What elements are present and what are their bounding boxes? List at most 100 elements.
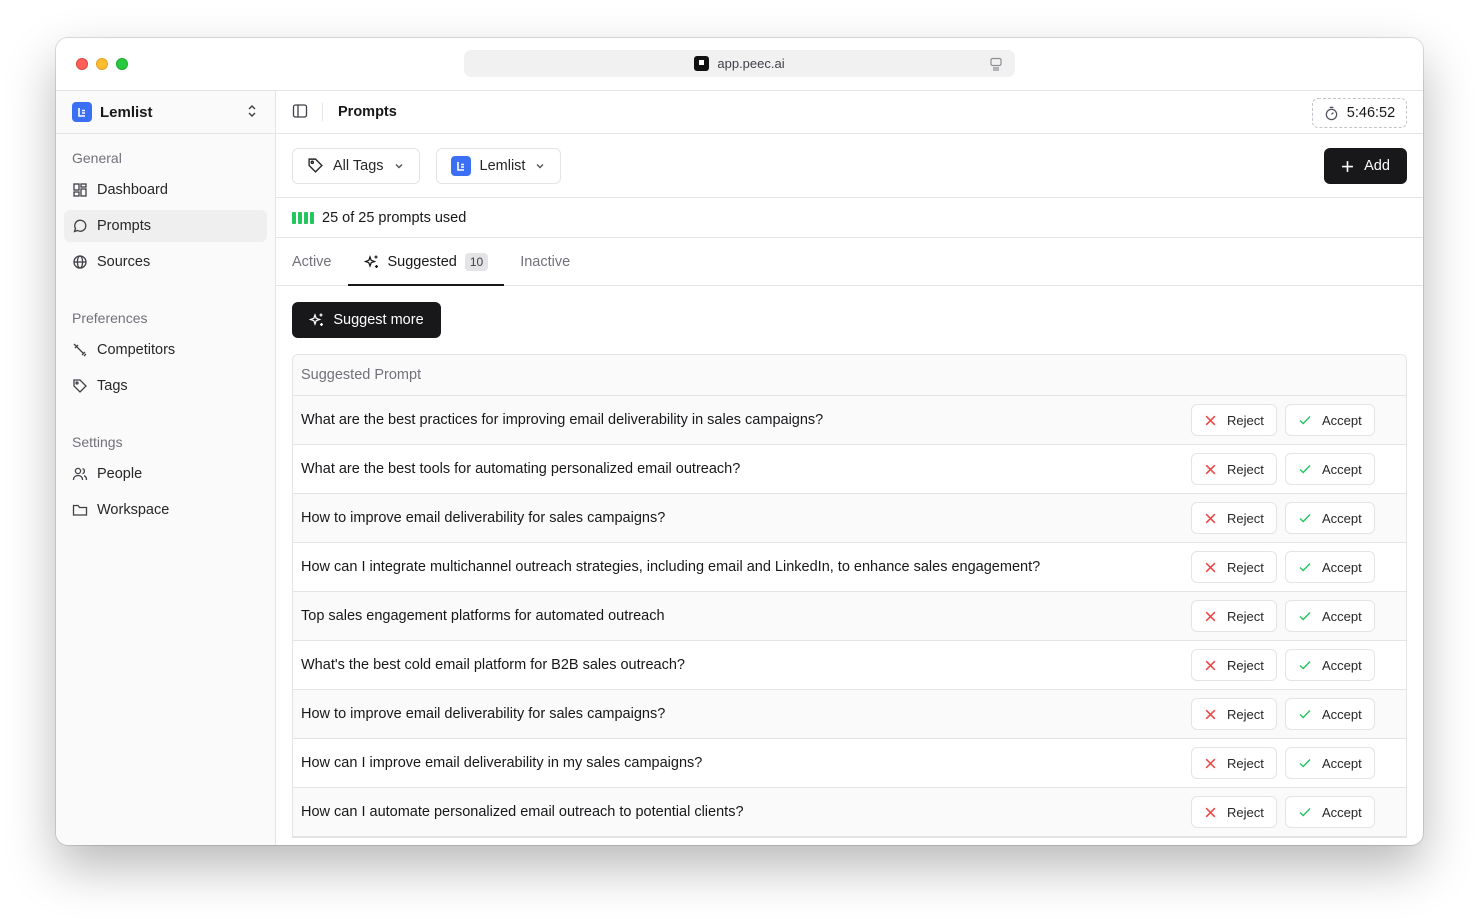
row-actions: Reject Accept — [1191, 453, 1375, 485]
accept-button[interactable]: Accept — [1285, 698, 1375, 730]
nav-section-settings: Settings People Workspace — [56, 406, 275, 526]
usage-bars-icon — [292, 211, 314, 224]
row-actions: Reject Accept — [1191, 502, 1375, 534]
message-circle-icon — [73, 219, 87, 233]
accept-button[interactable]: Accept — [1285, 600, 1375, 632]
reject-button[interactable]: Reject — [1191, 796, 1277, 828]
browser-window: app.peec.ai Lemlist General Dashboard Pr… — [56, 38, 1423, 845]
table-row: What are the best tools for automating p… — [293, 445, 1406, 494]
sparkles-icon — [363, 254, 378, 268]
reject-button[interactable]: Reject — [1191, 404, 1277, 436]
check-icon — [1299, 563, 1311, 572]
minimize-window-button[interactable] — [96, 58, 108, 70]
sidebar-item-label: Tags — [97, 378, 128, 394]
row-actions: Reject Accept — [1191, 551, 1375, 583]
prompt-text: How can I integrate multichannel outreac… — [301, 559, 1041, 575]
reject-button[interactable]: Reject — [1191, 698, 1277, 730]
prompt-text: What are the best practices for improvin… — [301, 412, 824, 428]
row-actions: Reject Accept — [1191, 747, 1375, 779]
table-row: Top sales engagement platforms for autom… — [293, 592, 1406, 641]
prompt-text: What's the best cold email platform for … — [301, 657, 685, 673]
table-row: What's the best cold email platform for … — [293, 641, 1406, 690]
tab-label: Active — [292, 253, 332, 270]
accept-button[interactable]: Accept — [1285, 796, 1375, 828]
folder-icon — [72, 504, 88, 516]
usage-text: 25 of 25 prompts used — [322, 209, 467, 226]
reject-button[interactable]: Reject — [1191, 502, 1277, 534]
x-icon — [1205, 464, 1216, 474]
reject-label: Reject — [1227, 559, 1264, 575]
sidebar-item-dashboard[interactable]: Dashboard — [64, 174, 267, 206]
table-header: Suggested Prompt — [293, 355, 1406, 396]
reject-label: Reject — [1227, 804, 1264, 820]
sidebar-item-sources[interactable]: Sources — [64, 246, 267, 278]
reject-button[interactable]: Reject — [1191, 453, 1277, 485]
nav-section-preferences: Preferences Competitors Tags — [56, 282, 275, 402]
check-icon — [1299, 514, 1311, 523]
tags-filter-dropdown[interactable]: All Tags — [292, 147, 420, 184]
suggested-prompts-table: Suggested Prompt What are the best pract… — [292, 354, 1407, 838]
sidebar-item-label: Prompts — [97, 218, 151, 234]
suggest-more-button[interactable]: Suggest more — [292, 302, 441, 338]
reject-button[interactable]: Reject — [1191, 747, 1277, 779]
nav-heading: Settings — [72, 434, 123, 450]
stopwatch-icon — [1325, 106, 1338, 120]
nav-section-general: General Dashboard Prompts Sources — [56, 134, 275, 278]
accept-button[interactable]: Accept — [1285, 404, 1375, 436]
site-favicon-icon — [694, 56, 710, 71]
tab-active[interactable]: Active — [292, 238, 348, 285]
sidebar-item-prompts[interactable]: Prompts — [64, 210, 267, 242]
maximize-window-button[interactable] — [116, 58, 128, 70]
sidebar-item-label: Dashboard — [97, 182, 168, 198]
suggested-count-badge: 10 — [464, 252, 489, 271]
check-icon — [1299, 612, 1311, 621]
add-button-label: Add — [1364, 158, 1390, 174]
page-title: Prompts — [338, 104, 397, 120]
sidebar: Lemlist General Dashboard Prompts Source… — [56, 91, 276, 845]
accept-button[interactable]: Accept — [1285, 649, 1375, 681]
close-window-button[interactable] — [76, 58, 88, 70]
tag-icon — [73, 379, 87, 393]
table-row: How can I integrate multichannel outreac… — [293, 543, 1406, 592]
dashboard-icon — [73, 183, 87, 197]
sidebar-item-tags[interactable]: Tags — [64, 370, 267, 402]
suggest-more-label: Suggest more — [333, 312, 424, 328]
workspace-name: Lemlist — [100, 103, 153, 121]
reject-button[interactable]: Reject — [1191, 551, 1277, 583]
accept-label: Accept — [1322, 412, 1362, 428]
prompt-text: How can I improve email deliverability i… — [301, 755, 703, 771]
prompt-tabs: Active Suggested 10 Inactive — [276, 238, 1423, 286]
chevron-down-icon — [536, 163, 544, 168]
add-prompt-button[interactable]: Add — [1324, 148, 1407, 184]
toggle-sidebar-icon[interactable] — [292, 103, 308, 122]
check-icon — [1299, 465, 1311, 474]
accept-label: Accept — [1322, 804, 1362, 820]
accept-label: Accept — [1322, 608, 1362, 624]
sidebar-item-workspace[interactable]: Workspace — [64, 494, 267, 526]
main-content: Prompts 5:46:52 All Tags Lemlist Add 25 … — [276, 91, 1423, 845]
accept-button[interactable]: Accept — [1285, 747, 1375, 779]
workspace-switcher[interactable]: Lemlist — [56, 91, 275, 134]
accept-button[interactable]: Accept — [1285, 453, 1375, 485]
reject-button[interactable]: Reject — [1191, 600, 1277, 632]
reader-mode-icon[interactable] — [989, 57, 1003, 74]
x-icon — [1205, 709, 1216, 719]
tab-inactive[interactable]: Inactive — [504, 238, 586, 285]
brand-filter-dropdown[interactable]: Lemlist — [435, 147, 562, 184]
prompt-text: How to improve email deliverability for … — [301, 510, 666, 526]
reject-button[interactable]: Reject — [1191, 649, 1277, 681]
accept-button[interactable]: Accept — [1285, 502, 1375, 534]
sidebar-item-people[interactable]: People — [64, 458, 267, 490]
tab-label: Suggested — [387, 253, 457, 270]
sidebar-item-competitors[interactable]: Competitors — [64, 334, 267, 366]
accept-button[interactable]: Accept — [1285, 551, 1375, 583]
reject-label: Reject — [1227, 706, 1264, 722]
tab-suggested[interactable]: Suggested 10 — [347, 238, 505, 286]
globe-icon — [73, 255, 87, 269]
address-bar[interactable]: app.peec.ai — [464, 50, 1015, 77]
accept-label: Accept — [1322, 461, 1362, 477]
browser-titlebar: app.peec.ai — [56, 38, 1423, 91]
prompt-text: Top sales engagement platforms for autom… — [301, 608, 665, 624]
prompt-usage-indicator: 25 of 25 prompts used — [276, 198, 1423, 238]
page-header: Prompts 5:46:52 — [276, 91, 1423, 134]
